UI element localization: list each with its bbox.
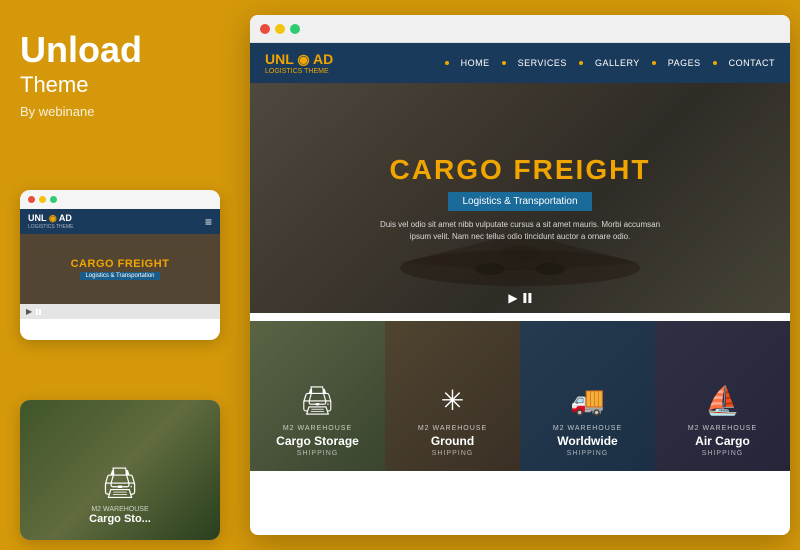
service-sub-2: SHIPPING	[432, 450, 473, 457]
nav-gallery[interactable]: GALLERY	[595, 58, 640, 68]
mobile-hero-badge: Logistics & Transportation	[80, 272, 159, 280]
theme-author: By webinane	[20, 104, 220, 119]
service-sub-4: SHIPPING	[702, 450, 743, 457]
service-title-4: Air Cargo	[695, 434, 750, 448]
service-title-1: Cargo Storage	[276, 434, 359, 448]
site-menu: HOME SERVICES GALLERY PAGES CONTACT	[445, 58, 775, 68]
service-label-1: M2 Warehouse	[283, 425, 352, 432]
mobile-dot-green	[50, 196, 57, 203]
section-gap	[250, 313, 790, 321]
service-label-4: M2 Warehouse	[688, 425, 757, 432]
browser-window: UNL ◉ AD LOGISTICS THEME HOME SERVICES G…	[250, 15, 790, 535]
menu-separator	[445, 61, 449, 65]
mobile-hamburger-icon[interactable]: ≡	[205, 215, 212, 229]
site-hero: CARGO FREIGHT Logistics & Transportation…	[250, 83, 790, 313]
site-logo: UNL ◉ AD LOGISTICS THEME	[265, 51, 333, 75]
service-sub-1: SHIPPING	[297, 450, 338, 457]
left-panel: Unload Theme By webinane UNL ◉ AD LOGIST…	[0, 0, 240, 550]
mobile-titlebar	[20, 190, 220, 209]
air-cargo-icon: ⛵	[705, 384, 740, 417]
hero-badge: Logistics & Transportation	[448, 192, 591, 211]
hero-pause-icon	[524, 293, 532, 303]
nav-pages[interactable]: PAGES	[668, 58, 701, 68]
menu-separator	[502, 61, 506, 65]
service-title-3: Worldwide	[557, 434, 617, 448]
mobile-dot-yellow	[39, 196, 46, 203]
service-card-ground[interactable]: ✳ M2 Warehouse Ground SHIPPING	[385, 321, 520, 471]
mobile-card-label: M2 WAREHOUSE	[91, 506, 148, 513]
cargo-storage-icon: 🖨	[300, 384, 336, 417]
hero-slider-controls: ▶	[508, 291, 531, 305]
mobile-dot-red	[28, 196, 35, 203]
service-label-3: M2 Warehouse	[553, 425, 622, 432]
mobile-hero-controls: ▶	[20, 304, 220, 319]
hero-play-icon: ▶	[508, 291, 517, 305]
mobile-logo: UNL ◉ AD LOGISTICS THEME	[28, 213, 73, 230]
service-label-2: M2 Warehouse	[418, 425, 487, 432]
mobile-card-preview: 🖨 M2 WAREHOUSE Cargo Sto...	[20, 400, 220, 540]
service-card-air-cargo[interactable]: ⛵ M2 Warehouse Air Cargo SHIPPING	[655, 321, 790, 471]
menu-separator	[713, 61, 717, 65]
ground-icon: ✳	[441, 384, 464, 417]
mobile-preview: UNL ◉ AD LOGISTICS THEME ≡ CARGO FREIGHT…	[20, 190, 220, 340]
nav-contact[interactable]: CONTACT	[729, 58, 775, 68]
mobile-pause-icon	[36, 309, 44, 315]
nav-home[interactable]: HOME	[461, 58, 490, 68]
mobile-hero-title: CARGO FREIGHT	[71, 258, 170, 270]
mobile-play-icon: ▶	[26, 307, 32, 316]
service-sub-3: SHIPPING	[567, 450, 608, 457]
theme-name: Unload	[20, 30, 220, 70]
nav-services[interactable]: SERVICES	[518, 58, 567, 68]
mobile-hero: CARGO FREIGHT Logistics & Transportation	[20, 234, 220, 304]
hero-title: CARGO FREIGHT	[390, 154, 651, 186]
browser-titlebar	[250, 15, 790, 43]
theme-subtitle: Theme	[20, 72, 220, 98]
browser-dot-yellow	[275, 24, 285, 34]
browser-dot-red	[260, 24, 270, 34]
menu-separator	[579, 61, 583, 65]
mobile-card-title: Cargo Sto...	[89, 513, 151, 525]
services-section: 🖨 M2 Warehouse Cargo Storage SHIPPING ✳ …	[250, 321, 790, 471]
menu-separator	[652, 61, 656, 65]
mobile-nav: UNL ◉ AD LOGISTICS THEME ≡	[20, 209, 220, 234]
mobile-card-image: 🖨 M2 WAREHOUSE Cargo Sto...	[20, 400, 220, 540]
service-title-2: Ground	[431, 434, 474, 448]
worldwide-icon: 🚚	[570, 384, 605, 417]
browser-dot-green	[290, 24, 300, 34]
mobile-card-icon: 🖨	[101, 466, 139, 501]
service-card-worldwide[interactable]: 🚚 M2 Warehouse Worldwide SHIPPING	[520, 321, 655, 471]
service-card-cargo-storage[interactable]: 🖨 M2 Warehouse Cargo Storage SHIPPING	[250, 321, 385, 471]
hero-body-text: Duis vel odio sit amet nibb vulputate cu…	[370, 219, 670, 243]
site-navbar: UNL ◉ AD LOGISTICS THEME HOME SERVICES G…	[250, 43, 790, 83]
